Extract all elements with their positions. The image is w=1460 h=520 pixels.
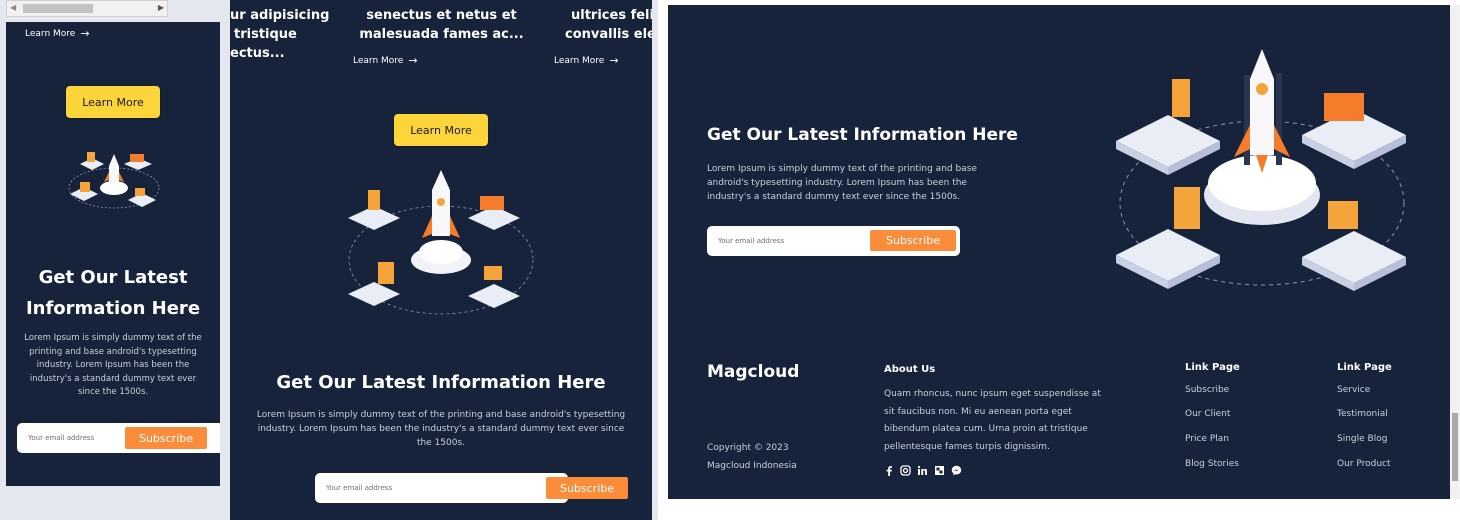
email-input[interactable]: Your email address (718, 237, 784, 245)
card-a-line-3: ectus... (230, 46, 285, 61)
subscribe-button[interactable]: Subscribe (870, 230, 956, 251)
newsletter-description: Lorem Ipsum is simply dummy text of the … (24, 333, 202, 398)
arrow-right-icon: → (609, 54, 619, 67)
social-icons (884, 465, 962, 476)
card-title-b: senectus et netus et malesuada fames ac.… (354, 6, 529, 44)
copyright-text: Copyright © 2023 (707, 443, 789, 453)
arrow-right-icon: → (408, 54, 418, 67)
subscribe-button[interactable]: Subscribe (125, 427, 207, 449)
learn-more-button[interactable]: Learn More (66, 86, 160, 118)
learn-more-link-b[interactable]: Learn More → (353, 54, 418, 67)
card-c-line-2: convallis ele (565, 27, 652, 42)
footer-link-single-blog[interactable]: Single Blog (1337, 434, 1387, 444)
card-b-line-2: malesuada fames ac... (359, 27, 524, 42)
subscribe-button[interactable]: Subscribe (546, 477, 628, 499)
newsletter-heading: Get Our Latest Information Here (276, 372, 606, 393)
learn-more-button[interactable]: Learn More (394, 114, 488, 146)
facebook-icon[interactable] (884, 465, 894, 476)
tablet-preview-panel: ur adipisicing tristique ectus... senect… (230, 0, 652, 520)
scroll-left-icon[interactable]: ◀ (10, 3, 16, 12)
card-c-line-1: ultrices felis (571, 8, 652, 23)
email-input[interactable]: Your email address (326, 484, 392, 492)
learn-more-label: Learn More (25, 28, 76, 39)
vertical-scrollbar[interactable] (1450, 5, 1460, 499)
scroll-right-icon[interactable]: ▶ (158, 3, 164, 12)
about-text: Quam rhoncus, nunc ipsum eget suspendiss… (884, 389, 1101, 452)
mobile-preview-panel: Learn More → Learn More Get Our Latest In… (6, 22, 220, 486)
messenger-icon[interactable] (951, 465, 962, 476)
card-title-c: ultrices felis convallis ele (565, 6, 652, 44)
heading-line-2: Information Here (25, 298, 201, 319)
horizontal-scrollbar[interactable]: ◀ ▶ (6, 0, 168, 17)
heading-line-1: Get Our Latest (38, 267, 188, 288)
email-input[interactable]: Your email address (28, 434, 94, 442)
newsletter-description: Lorem Ipsum is simply dummy text of the … (707, 164, 977, 202)
subscribe-form: Your email address Subscribe (707, 226, 960, 256)
newsletter-heading: Get Our Latest Information Here (707, 125, 1018, 145)
footer-link-our-client[interactable]: Our Client (1185, 409, 1230, 419)
linkedin-icon[interactable] (917, 465, 928, 476)
subscribe-form: Your email address Subscribe (315, 473, 628, 503)
scrollbar-thumb[interactable] (23, 4, 93, 13)
company-name: Magcloud Indonesia (707, 461, 797, 471)
link-page-title-1: Link Page (1185, 362, 1240, 373)
newsletter-heading: Get Our Latest Information Here (6, 262, 220, 324)
footer-link-blog-stories[interactable]: Blog Stories (1185, 459, 1239, 469)
card-b-line-1: senectus et netus et (366, 8, 517, 23)
card-a-line-2: tristique (234, 27, 297, 42)
rocket-illustration (1116, 49, 1406, 291)
grid-icon[interactable] (934, 465, 945, 476)
newsletter-description: Lorem Ipsum is simply dummy text of the … (256, 410, 626, 448)
arrow-right-icon: → (80, 27, 90, 40)
instagram-icon[interactable] (900, 465, 911, 476)
footer-link-service[interactable]: Service (1337, 385, 1370, 395)
card-a-line-1: ur adipisicing (230, 8, 330, 23)
link-page-title-2: Link Page (1337, 362, 1392, 373)
footer-link-price-plan[interactable]: Price Plan (1185, 434, 1229, 444)
footer-link-testimonial[interactable]: Testimonial (1337, 409, 1388, 419)
desktop-preview-panel: Get Our Latest Information Here Lorem Ip… (668, 5, 1450, 499)
learn-more-label-c: Learn More (554, 55, 605, 66)
about-title: About Us (884, 364, 936, 375)
footer-brand: Magcloud (707, 362, 800, 382)
scrollbar-thumb[interactable] (1452, 413, 1458, 481)
card-title-a: ur adipisicing tristique ectus... (230, 6, 329, 63)
footer-link-our-product[interactable]: Our Product (1337, 459, 1391, 469)
rocket-illustration (348, 170, 534, 315)
learn-more-label-b: Learn More (353, 55, 404, 66)
footer-link-subscribe[interactable]: Subscribe (1185, 385, 1229, 395)
learn-more-link-c[interactable]: Learn More → (554, 54, 619, 67)
rocket-illustration (68, 152, 160, 209)
subscribe-form: Your email address Subscribe (17, 423, 220, 453)
learn-more-link[interactable]: Learn More → (25, 27, 90, 40)
